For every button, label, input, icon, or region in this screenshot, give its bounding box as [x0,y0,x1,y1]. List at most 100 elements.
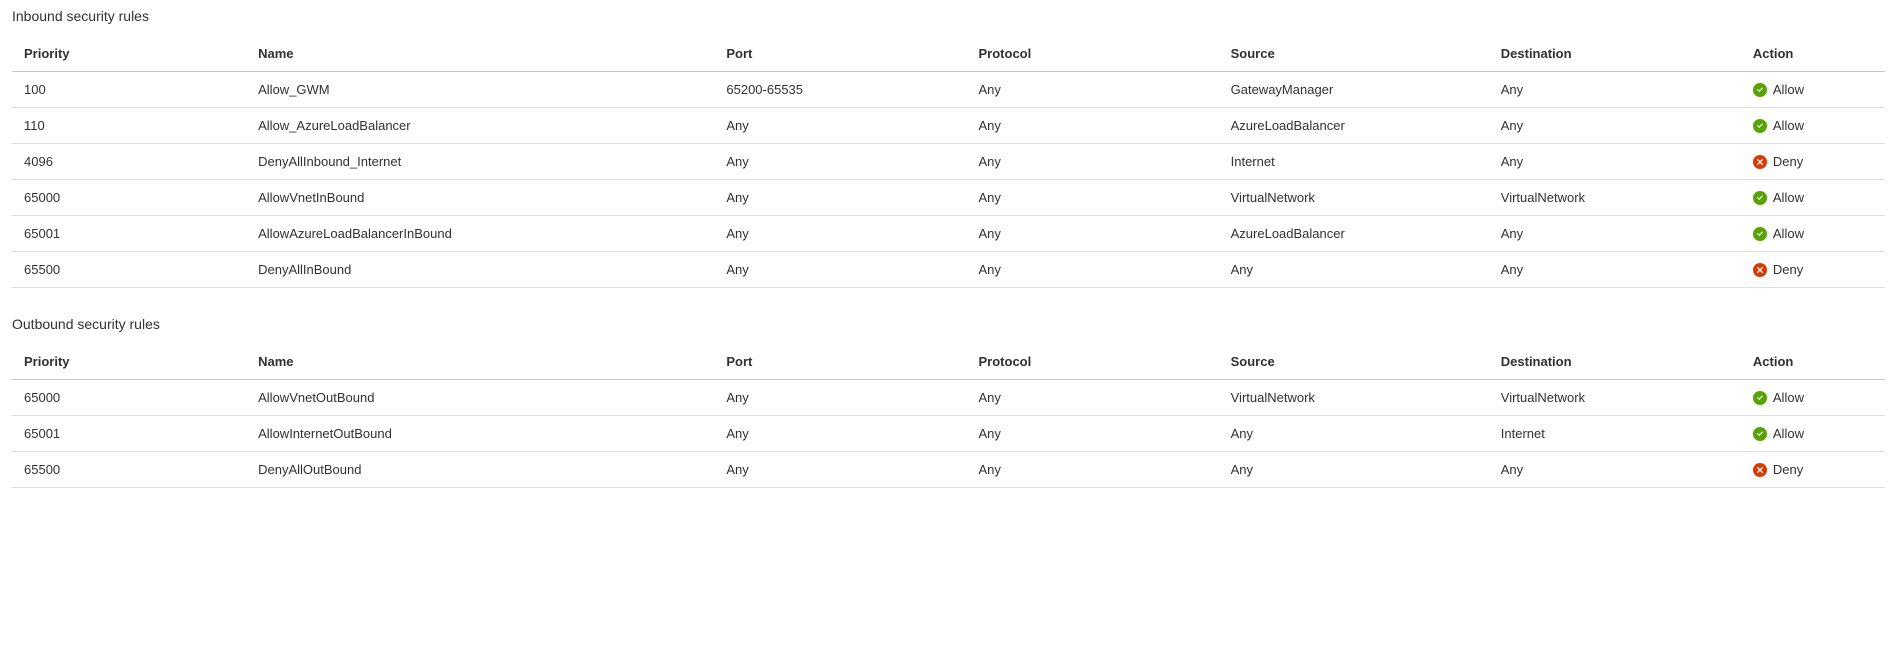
cell-name: DenyAllInBound [246,252,714,288]
allow-icon [1753,83,1767,97]
column-header-priority[interactable]: Priority [12,344,246,380]
column-header-source[interactable]: Source [1219,344,1489,380]
action-label: Allow [1773,426,1804,441]
allow-icon [1753,227,1767,241]
action-label: Deny [1773,462,1803,477]
cell-name: AllowAzureLoadBalancerInBound [246,216,714,252]
allow-icon [1753,119,1767,133]
deny-icon [1753,155,1767,169]
cell-source: Any [1219,416,1489,452]
cell-source: VirtualNetwork [1219,380,1489,416]
allow-icon [1753,427,1767,441]
column-header-port[interactable]: Port [714,36,966,72]
cell-priority: 65000 [12,380,246,416]
cell-name: AllowVnetOutBound [246,380,714,416]
section-title: Outbound security rules [12,316,1885,332]
cell-destination: Any [1489,144,1741,180]
cell-port: Any [714,252,966,288]
cell-action: Deny [1741,252,1885,288]
cell-priority: 65001 [12,216,246,252]
cell-name: AllowInternetOutBound [246,416,714,452]
cell-destination: Any [1489,216,1741,252]
cell-priority: 100 [12,72,246,108]
table-row[interactable]: 65500DenyAllInBoundAnyAnyAnyAnyDeny [12,252,1885,288]
cell-action: Allow [1741,72,1885,108]
deny-icon [1753,463,1767,477]
column-header-action[interactable]: Action [1741,36,1885,72]
cell-protocol: Any [967,72,1219,108]
column-header-source[interactable]: Source [1219,36,1489,72]
table-row[interactable]: 65001AllowInternetOutBoundAnyAnyAnyInter… [12,416,1885,452]
outbound-rules-section: Outbound security rules PriorityNamePortP… [12,316,1885,488]
cell-action: Deny [1741,144,1885,180]
table-row[interactable]: 100Allow_GWM65200-65535AnyGatewayManager… [12,72,1885,108]
column-header-protocol[interactable]: Protocol [967,36,1219,72]
action-label: Allow [1773,190,1804,205]
cell-protocol: Any [967,108,1219,144]
column-header-destination[interactable]: Destination [1489,344,1741,380]
cell-action: Allow [1741,180,1885,216]
action-label: Deny [1773,262,1803,277]
column-header-destination[interactable]: Destination [1489,36,1741,72]
table-row[interactable]: 65001AllowAzureLoadBalancerInBound Any Any… [12,216,1885,252]
cell-priority: 65500 [12,452,246,488]
cell-protocol: Any [967,144,1219,180]
cell-protocol: Any [967,380,1219,416]
cell-action: Deny [1741,452,1885,488]
cell-priority: 110 [12,108,246,144]
cell-port: Any [714,416,966,452]
cell-port: Any [714,108,966,144]
cell-port: Any [714,452,966,488]
action-label: Allow [1773,82,1804,97]
cell-action: Allow [1741,416,1885,452]
table-row[interactable]: 65500DenyAllOutBoundAnyAnyAnyAnyDeny [12,452,1885,488]
action-label: Allow [1773,390,1804,405]
column-header-priority[interactable]: Priority [12,36,246,72]
cell-protocol: Any [967,416,1219,452]
cell-priority: 4096 [12,144,246,180]
cell-name: DenyAllInbound_Internet [246,144,714,180]
action-label: Deny [1773,154,1803,169]
cell-destination: Any [1489,72,1741,108]
rules-table: PriorityNamePortProtocolSourceDestinatio… [12,344,1885,488]
cell-protocol: Any [967,216,1219,252]
cell-source: Any [1219,252,1489,288]
deny-icon [1753,263,1767,277]
cell-priority: 65001 [12,416,246,452]
cell-destination: Any [1489,108,1741,144]
table-row[interactable]: 65000AllowVnetOutBoundAnyAnyVirtualNetwo… [12,380,1885,416]
column-header-protocol[interactable]: Protocol [967,344,1219,380]
cell-destination: Any [1489,252,1741,288]
allow-icon [1753,391,1767,405]
cell-source: VirtualNetwork [1219,180,1489,216]
cell-action: Allow [1741,216,1885,252]
column-header-action[interactable]: Action [1741,344,1885,380]
cell-name: DenyAllOutBound [246,452,714,488]
cell-source: AzureLoadBalancer [1219,108,1489,144]
cell-protocol: Any [967,452,1219,488]
cell-action: Allow [1741,380,1885,416]
cell-action: Allow [1741,108,1885,144]
cell-port: Any [714,144,966,180]
column-header-name[interactable]: Name [246,36,714,72]
cell-priority: 65500 [12,252,246,288]
cell-protocol: Any [967,252,1219,288]
cell-name: Allow_GWM [246,72,714,108]
rules-table: PriorityNamePortProtocolSourceDestinatio… [12,36,1885,288]
table-row[interactable]: 65000AllowVnetInBoundAnyAnyVirtualNetwor… [12,180,1885,216]
section-title: Inbound security rules [12,8,1885,24]
action-label: Allow [1773,226,1804,241]
cell-destination: Any [1489,452,1741,488]
table-row[interactable]: 4096DenyAllInbound_InternetAnyAnyInterne… [12,144,1885,180]
column-header-name[interactable]: Name [246,344,714,380]
cell-source: GatewayManager [1219,72,1489,108]
cell-destination: VirtualNetwork [1489,180,1741,216]
cell-protocol: Any [967,180,1219,216]
table-row[interactable]: 110Allow_AzureLoadBalancerAnyAnyAzureLoa… [12,108,1885,144]
cell-port: Any [714,380,966,416]
cell-destination: VirtualNetwork [1489,380,1741,416]
inbound-rules-section: Inbound security rules PriorityNamePortPr… [12,8,1885,288]
cell-name: Allow_AzureLoadBalancer [246,108,714,144]
cell-port: Any [714,180,966,216]
column-header-port[interactable]: Port [714,344,966,380]
